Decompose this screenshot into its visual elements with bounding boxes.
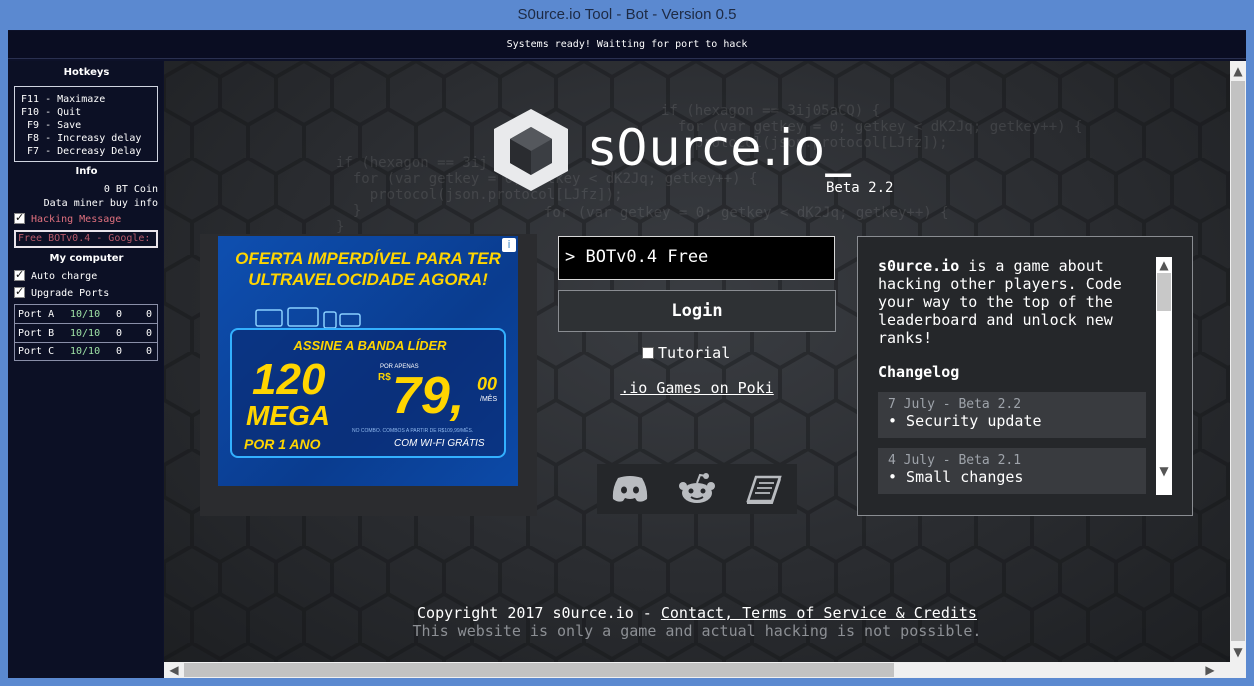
- scroll-down-icon[interactable]: ▼: [1156, 463, 1172, 479]
- port-name: Port C: [18, 346, 55, 357]
- hacking-message-input[interactable]: Free BOTv0.4 - Google:: [14, 230, 158, 248]
- data-miner-info: Data miner buy info: [43, 198, 158, 209]
- copyright-line: Copyright 2017 s0urce.io - Contact, Term…: [164, 604, 1230, 622]
- port-row: Port C 10/10 0 0: [14, 342, 158, 361]
- port-row: Port B 10/10 0 0: [14, 323, 158, 342]
- scroll-down-icon[interactable]: ▼: [1230, 644, 1246, 660]
- port-name: Port B: [18, 327, 55, 339]
- tutorial-toggle[interactable]: Tutorial: [642, 344, 730, 362]
- game-view: if (hexagon == 3ij05aCQ) { for (var getk…: [164, 61, 1230, 662]
- version-label: Beta 2.2: [826, 180, 894, 196]
- cube-logo-icon: [494, 109, 568, 191]
- vertical-scrollbar[interactable]: ▲ ▼: [1230, 61, 1246, 662]
- hacking-message-checkbox[interactable]: [14, 211, 25, 224]
- discord-icon[interactable]: [610, 474, 650, 504]
- poki-games-link[interactable]: .io Games on Poki: [558, 379, 836, 397]
- ad-fine-print: NO COMBO. COMBOS A PARTIR DE R$109,99/MÊ…: [352, 428, 474, 434]
- port-value: 10/10: [70, 327, 101, 339]
- devices-icon: [255, 307, 361, 329]
- changelog-date: 4 July - Beta 2.1: [888, 453, 1022, 468]
- book-icon[interactable]: [744, 473, 784, 505]
- background-code: for (var getkey = 0; getkey < dK2Jq; get…: [544, 205, 949, 221]
- port-value: 10/10: [70, 346, 101, 357]
- port-name: Port A: [18, 308, 55, 320]
- port-stat-b: 0: [146, 327, 153, 339]
- ad-speed-unit: MEGA: [246, 400, 330, 431]
- scroll-right-icon[interactable]: ▶: [1202, 662, 1218, 678]
- ad-price: 79,: [392, 367, 465, 425]
- window-title: S0urce.io Tool - Bot - Version 0.5: [0, 0, 1254, 30]
- hotkeys-title: Hotkeys: [63, 67, 110, 78]
- auto-charge-label: Auto charge: [31, 271, 98, 282]
- ad-banner[interactable]: i OFERTA IMPERDÍVEL PARA TER ULTRAVELOCI…: [218, 236, 518, 486]
- scroll-left-icon[interactable]: ◀: [166, 662, 182, 678]
- ad-per-month: /MÊS: [480, 396, 498, 403]
- changelog-scrollbar[interactable]: ▲ ▼: [1156, 257, 1172, 495]
- port-stat-b: 0: [146, 346, 153, 357]
- changelog-scroll-thumb[interactable]: [1157, 273, 1171, 311]
- status-message: Systems ready! Waitting for port to hack: [8, 31, 1246, 59]
- upgrade-ports-toggle[interactable]: Upgrade Ports: [14, 285, 158, 299]
- tutorial-checkbox[interactable]: [642, 347, 654, 359]
- social-links: [597, 464, 797, 514]
- port-row: Port A 10/10 0 0: [14, 304, 158, 323]
- vertical-scroll-thumb[interactable]: [1231, 81, 1245, 641]
- logo-wordmark: s0urce.io_: [589, 119, 852, 177]
- changelog-item: • Small changes: [888, 468, 1024, 486]
- hotkey-item: F7 - Decreasy Delay: [21, 146, 142, 157]
- advertisement[interactable]: i OFERTA IMPERDÍVEL PARA TER ULTRAVELOCI…: [200, 234, 537, 516]
- scroll-up-icon[interactable]: ▲: [1230, 63, 1246, 79]
- horizontal-scroll-thumb[interactable]: [184, 663, 894, 677]
- horizontal-scrollbar[interactable]: ◀ ▶: [164, 662, 1230, 678]
- hotkeys-list: F11 - Maximaze F10 - Quit F9 - Save F8 -…: [14, 86, 158, 162]
- upgrade-ports-checkbox[interactable]: [14, 285, 25, 298]
- login-button[interactable]: Login: [558, 290, 836, 332]
- changelog-item: • Security update: [888, 412, 1042, 430]
- ad-speed-number: 120: [252, 355, 326, 404]
- info-title: Info: [75, 166, 98, 177]
- bt-coin-count: 0 BT Coin: [103, 184, 158, 195]
- player-name-input[interactable]: > BOTv0.4 Free: [558, 236, 835, 280]
- scroll-up-icon[interactable]: ▲: [1156, 257, 1172, 273]
- game-description: s0urce.io is a game about hacking other …: [878, 257, 1138, 347]
- ad-wifi-note: COM WI-FI GRÁTIS: [394, 438, 485, 449]
- ad-price-cents: 00: [477, 374, 498, 394]
- changelog-entry: 4 July - Beta 2.1 • Small changes: [878, 448, 1146, 494]
- ad-subhead: ASSINE A BANDA LÍDER: [293, 338, 447, 353]
- my-computer-title: My computer: [49, 253, 124, 264]
- port-stat-a: 0: [116, 308, 123, 320]
- changelog-date: 7 July - Beta 2.2: [888, 397, 1022, 412]
- upgrade-ports-label: Upgrade Ports: [31, 288, 110, 299]
- hotkey-item: F11 - Maximaze: [21, 94, 106, 105]
- left-panel: Hotkeys F11 - Maximaze F10 - Quit F9 - S…: [10, 61, 163, 678]
- scrollbar-corner: [1230, 662, 1246, 678]
- changelog-entry: 7 July - Beta 2.2 • Security update: [878, 392, 1146, 438]
- hotkey-item: F9 - Save: [21, 120, 82, 131]
- ad-currency: R$: [378, 372, 391, 383]
- auto-charge-checkbox[interactable]: [14, 268, 25, 281]
- hotkey-item: F10 - Quit: [21, 107, 82, 118]
- ad-duration: POR 1 ANO: [244, 436, 321, 452]
- ports-table: Port A 10/10 0 0 Port B 10/10 0 0 Port C…: [14, 304, 158, 361]
- port-value: 10/10: [70, 308, 101, 320]
- game-name: s0urce.io: [878, 257, 960, 275]
- ad-offer-panel: ASSINE A BANDA LÍDER 120 MEGA POR 1 ANO …: [230, 328, 506, 458]
- tutorial-label: Tutorial: [658, 344, 731, 362]
- reddit-icon[interactable]: [677, 472, 717, 506]
- auto-charge-toggle[interactable]: Auto charge: [14, 268, 158, 282]
- changelog-panel: s0urce.io is a game about hacking other …: [857, 236, 1193, 516]
- port-stat-a: 0: [116, 327, 123, 339]
- port-stat-a: 0: [116, 346, 123, 357]
- contact-terms-link[interactable]: Contact, Terms of Service & Credits: [661, 604, 977, 622]
- port-stat-b: 0: [146, 308, 153, 320]
- disclaimer-text: This website is only a game and actual h…: [412, 622, 982, 640]
- hacking-message-toggle[interactable]: Hacking Message: [14, 211, 158, 225]
- ad-headline: OFERTA IMPERDÍVEL PARA TER ULTRAVELOCIDA…: [235, 249, 501, 289]
- changelog-title: Changelog: [878, 363, 960, 381]
- hotkey-item: F8 - Increasy delay: [21, 133, 142, 144]
- hacking-message-label: Hacking Message: [31, 214, 122, 225]
- copyright-text: Copyright 2017 s0urce.io -: [417, 604, 661, 622]
